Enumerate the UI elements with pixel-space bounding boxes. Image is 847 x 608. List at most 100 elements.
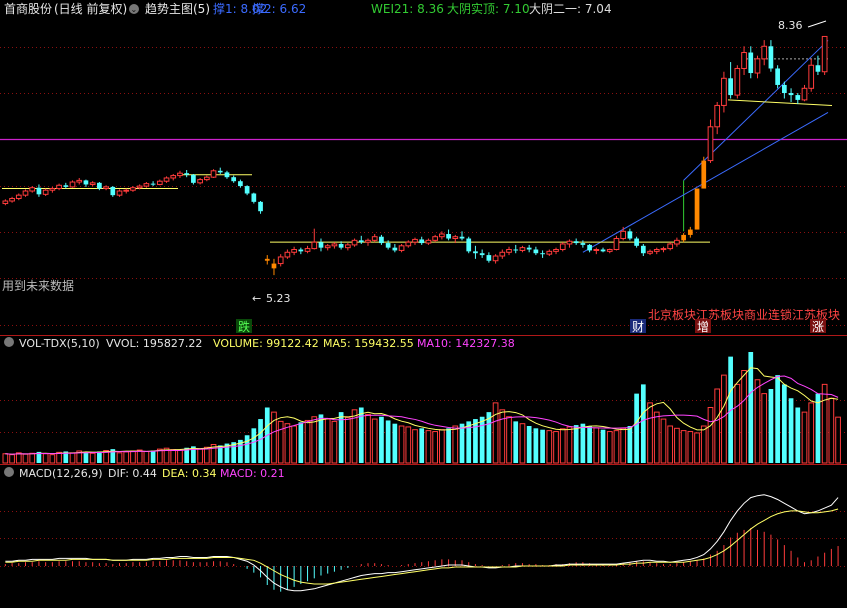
- period-label: (日线 前复权): [54, 1, 127, 16]
- volume-bar-56: [379, 416, 384, 463]
- candle-body-23: [156, 180, 163, 185]
- volume-bar-20: [136, 449, 143, 464]
- macd-dea: DEA: 0.34: [162, 467, 216, 480]
- volume-bar-96: [647, 402, 653, 464]
- volume-bar-107: [721, 374, 727, 464]
- candle-body-61: [412, 238, 418, 243]
- candle-body-87: [587, 244, 592, 251]
- volume-bar-49: [331, 420, 338, 464]
- volume-bar-77: [519, 423, 526, 464]
- header-item-1: 撑2: 6.62: [252, 1, 306, 16]
- candle-body-5: [36, 187, 42, 195]
- candle-body-79: [533, 249, 539, 254]
- volume-bar-22: [150, 450, 156, 463]
- volume-bar-59: [398, 425, 405, 464]
- candle-body-115: [775, 68, 780, 85]
- volume-bar-80: [540, 429, 545, 463]
- candle-body-43: [291, 249, 297, 253]
- volume-bar-102: [687, 431, 694, 464]
- main-overlay: [0, 20, 847, 253]
- volume-bar-73: [492, 402, 499, 464]
- volume-bar-44: [298, 422, 304, 463]
- candle-body-42: [284, 251, 291, 258]
- volume-bar-62: [419, 428, 425, 463]
- volume-bar-6: [42, 453, 49, 464]
- candle-body-56: [379, 236, 384, 244]
- candle-body-22: [150, 183, 156, 185]
- header-item-3: 大阴实顶: 7.10: [447, 1, 530, 16]
- candle-body-75: [506, 249, 512, 253]
- volume-bar-17: [116, 452, 123, 464]
- macd-dropdown-icon[interactable]: [4, 467, 14, 477]
- candle-body-18: [123, 189, 130, 192]
- candle-body-110: [741, 52, 747, 69]
- candle-body-46: [311, 241, 318, 250]
- volume-bar-61: [412, 429, 418, 464]
- volume-bar-30: [203, 446, 210, 464]
- candle-body-117: [788, 93, 794, 96]
- volume-bar-120: [808, 402, 815, 464]
- candle-body-102: [687, 229, 693, 235]
- candle-body-93: [627, 231, 633, 239]
- tag-cai: 财: [632, 320, 644, 334]
- candle-body-9: [63, 185, 69, 187]
- high-price-label: 8.36: [778, 19, 803, 32]
- stock-chart: 首商股份 (日线 前复权) ⌄ 趋势主图(5) 撑1: 8.02撑2: 6.62…: [0, 1, 847, 592]
- candle-body-10: [69, 181, 76, 188]
- candle-body-48: [324, 245, 331, 249]
- candle-body-95: [640, 245, 646, 254]
- volume-bar-105: [707, 407, 714, 464]
- candle-body-104: [701, 160, 707, 189]
- candle-body-112: [754, 58, 761, 74]
- candle-body-83: [559, 243, 566, 251]
- candle-body-8: [56, 184, 62, 190]
- volume-bar-47: [318, 414, 324, 463]
- candle-body-89: [600, 249, 606, 252]
- candle-body-36: [244, 186, 250, 194]
- candle-body-11: [76, 179, 83, 183]
- candle-body-80: [540, 253, 545, 255]
- vol-dropdown-icon[interactable]: [4, 337, 14, 347]
- volume-bar-86: [580, 423, 586, 463]
- volume-bar-116: [781, 384, 787, 463]
- volume-bar-99: [667, 425, 674, 464]
- volume-bar-13: [89, 452, 96, 464]
- volume-bar-58: [392, 423, 398, 463]
- candle-body-76: [513, 249, 519, 251]
- candle-body-28: [191, 174, 196, 183]
- vol-ma5: MA5: 159432.55: [323, 337, 414, 350]
- candle-body-35: [238, 181, 243, 187]
- candle-body-20: [136, 185, 143, 189]
- candle-body-103: [694, 188, 700, 230]
- candle-body-27: [184, 173, 190, 175]
- candle-body-77: [519, 247, 526, 251]
- volume-bar-54: [365, 413, 371, 464]
- candle-body-19: [130, 187, 136, 191]
- candle-body-30: [203, 176, 210, 181]
- volume-bar-119: [801, 411, 808, 464]
- volume-bar-123: [828, 397, 835, 464]
- candle-body-15: [103, 186, 109, 190]
- high-pointer: [807, 20, 827, 28]
- candle-body-55: [371, 236, 378, 241]
- volume-bar-98: [660, 418, 667, 464]
- volume-bar-110: [741, 370, 747, 464]
- volume-bar-113: [761, 393, 768, 464]
- candle-body-3: [22, 190, 29, 196]
- candle-body-14: [97, 182, 102, 189]
- volume-bar-67: [452, 425, 459, 464]
- candle-body-52: [351, 239, 358, 246]
- level-line-4: [727, 99, 833, 106]
- candle-body-73: [492, 255, 499, 262]
- volume-bar-85: [573, 425, 579, 463]
- volume-bar-29: [197, 448, 203, 464]
- candle-body-72: [486, 255, 492, 261]
- candle-body-59: [398, 245, 405, 251]
- volume-bar-37: [251, 428, 257, 463]
- candles: [2, 35, 828, 276]
- volume-bar-71: [479, 416, 485, 463]
- low-price-label: 5.23: [266, 292, 291, 305]
- macd-dif-line: [5, 494, 839, 592]
- candle-body-81: [546, 250, 553, 255]
- low-arrow-icon: ←: [252, 292, 261, 305]
